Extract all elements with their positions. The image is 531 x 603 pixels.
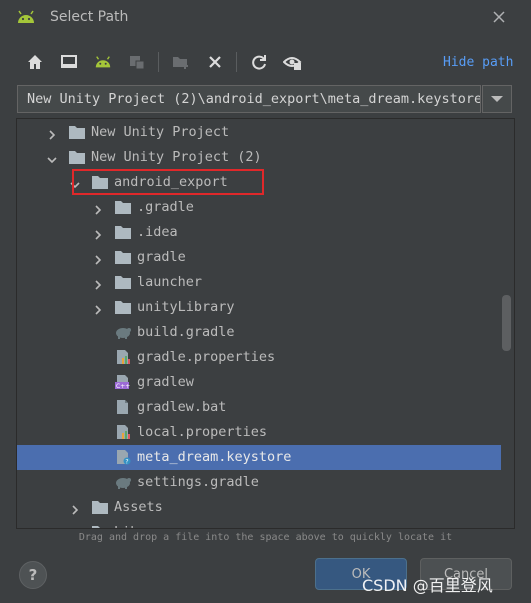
delete-icon <box>209 56 221 68</box>
new-folder-button[interactable] <box>170 51 192 73</box>
window-title: Select Path <box>50 9 129 25</box>
folder-icon <box>114 299 132 315</box>
chevron-down-icon <box>491 96 503 102</box>
tree-row-label: build.gradle <box>137 324 235 340</box>
path-input[interactable]: New Unity Project (2)\android_export\met… <box>17 85 481 113</box>
folder-icon <box>91 524 109 528</box>
tree-row-label: .idea <box>137 224 178 240</box>
tree-folder-row[interactable]: New Unity Project <box>17 120 501 145</box>
folder-icon <box>114 274 132 290</box>
chevron-right-icon[interactable] <box>92 301 104 315</box>
close-button[interactable] <box>490 8 508 26</box>
tree-folder-row[interactable]: New Unity Project (2) <box>17 145 501 170</box>
chevron-right-icon[interactable] <box>69 501 81 515</box>
folder-icon <box>68 149 86 165</box>
tree-row-label: gradlew.bat <box>137 399 227 415</box>
show-hidden-button[interactable] <box>282 51 304 73</box>
properties-file-icon <box>114 424 132 440</box>
help-button[interactable]: ? <box>19 561 47 589</box>
path-value: New Unity Project (2)\android_export\met… <box>27 91 481 107</box>
android-icon <box>95 56 111 68</box>
hide-path-link[interactable]: Hide path <box>443 55 513 70</box>
tree-file-row[interactable]: C++ gradlew <box>17 370 501 395</box>
chevron-right-icon[interactable] <box>92 201 104 215</box>
delete-button[interactable] <box>204 51 226 73</box>
tree-row-label: gradle.properties <box>137 349 276 365</box>
shell-file-icon: C++ <box>114 374 132 390</box>
tree-scrollbar[interactable] <box>502 295 511 351</box>
tree-row-label: gradlew <box>137 374 194 390</box>
svg-text:C++: C++ <box>116 383 130 390</box>
folder-icon <box>114 249 132 265</box>
keystore-file-icon: ? <box>114 449 132 466</box>
tree-row-label: New Unity Project (2) <box>91 149 262 165</box>
desktop-icon <box>61 55 77 68</box>
file-tree[interactable]: Lib Assets settings.gradle? meta_dream.keys… <box>16 118 515 529</box>
tree-folder-row[interactable]: Lib <box>17 520 501 528</box>
chevron-down-icon[interactable] <box>46 151 58 164</box>
module-icon <box>130 56 145 70</box>
svg-text:?: ? <box>125 459 128 466</box>
refresh-icon <box>252 55 266 70</box>
tree-row-label: settings.gradle <box>137 474 259 490</box>
title-bar: Select Path <box>0 0 531 36</box>
tree-file-row[interactable]: gradlew.bat <box>17 395 501 420</box>
tree-folder-row[interactable]: .gradle <box>17 195 501 220</box>
home-icon <box>28 55 42 69</box>
properties-file-icon <box>114 349 132 365</box>
folder-icon <box>114 199 132 215</box>
tree-file-row[interactable]: gradle.properties <box>17 345 501 370</box>
module-directory-button[interactable] <box>126 51 148 73</box>
chevron-right-icon[interactable] <box>46 126 58 140</box>
gradle-file-icon <box>114 324 132 340</box>
toolbar-separator <box>158 52 159 72</box>
tree-file-row[interactable]: settings.gradle <box>17 470 501 495</box>
tree-folder-row[interactable]: launcher <box>17 270 501 295</box>
close-icon <box>493 11 505 23</box>
tree-row-label: Assets <box>114 499 163 515</box>
tree-row-label: New Unity Project <box>91 124 230 140</box>
tree-row-label: Lib <box>114 524 138 528</box>
tree-file-row[interactable]: local.properties <box>17 420 501 445</box>
folder-icon <box>114 224 132 240</box>
tree-row-label: meta_dream.keystore <box>137 449 292 465</box>
chevron-right-icon[interactable] <box>92 226 104 240</box>
chevron-right-icon[interactable] <box>69 526 81 528</box>
tree-row-label: local.properties <box>137 424 268 440</box>
tree-folder-row[interactable]: gradle <box>17 245 501 270</box>
new-folder-icon <box>173 57 188 69</box>
tree-row-label: launcher <box>137 274 203 290</box>
tree-row-label: .gradle <box>137 199 194 215</box>
show-hidden-icon <box>283 57 302 70</box>
tree-row-label: unityLibrary <box>137 299 235 315</box>
tree-file-row[interactable]: ? meta_dream.keystore <box>17 445 501 470</box>
tree-folder-row[interactable]: .idea <box>17 220 501 245</box>
android-icon <box>16 9 36 25</box>
tree-row-label: gradle <box>137 249 186 265</box>
home-directory-button[interactable] <box>24 51 46 73</box>
folder-icon <box>91 499 109 515</box>
chevron-right-icon[interactable] <box>92 276 104 290</box>
path-history-dropdown[interactable] <box>482 85 512 113</box>
folder-icon <box>68 124 86 140</box>
text-file-icon <box>114 399 132 415</box>
gradle-file-icon <box>114 474 132 490</box>
project-directory-button[interactable] <box>92 51 114 73</box>
toolbar-separator <box>236 52 237 72</box>
tree-folder-row[interactable]: unityLibrary <box>17 295 501 320</box>
tree-folder-row[interactable]: Assets <box>17 495 501 520</box>
watermark: CSDN @百里登风 <box>362 576 493 595</box>
tree-file-row[interactable]: build.gradle <box>17 320 501 345</box>
highlight-annotation-box <box>72 169 264 195</box>
refresh-button[interactable] <box>248 51 270 73</box>
drag-drop-hint: Drag and drop a file into the space abov… <box>78 532 453 543</box>
desktop-directory-button[interactable] <box>58 51 80 73</box>
chevron-right-icon[interactable] <box>92 251 104 265</box>
